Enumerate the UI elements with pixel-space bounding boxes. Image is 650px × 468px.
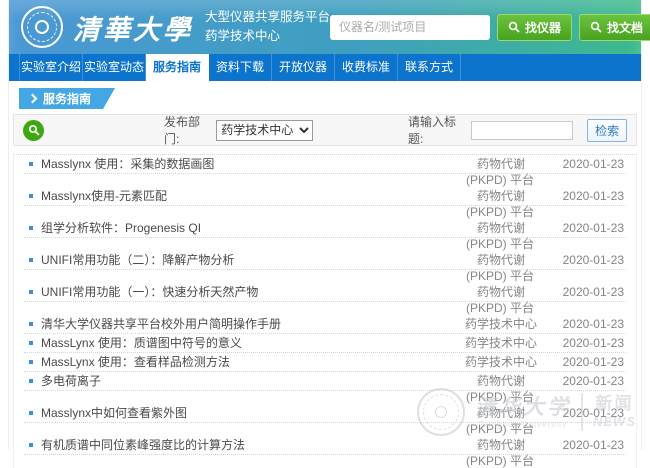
bullet-icon bbox=[29, 322, 33, 326]
platform-title: 大型仪器共享服务平台 药学技术中心 bbox=[205, 8, 330, 46]
article-link[interactable]: MassLynx 使用：查看样品检测方法 bbox=[41, 355, 230, 369]
item-department-line2: (PKPD) 平台 bbox=[440, 302, 560, 315]
article-link[interactable]: UNIFI常用功能（一）：快速分析天然产物 bbox=[41, 285, 258, 299]
bullet-icon bbox=[29, 379, 33, 383]
item-date: 2020-01-23 bbox=[563, 372, 624, 390]
item-department: 药物代谢 bbox=[446, 404, 556, 422]
nav-tab-service-guide[interactable]: 服务指南 bbox=[146, 54, 209, 81]
list-item: Masslynx使用-元素匹配 药物代谢 2020-01-23 (PKPD) 平… bbox=[24, 187, 626, 219]
item-department-line2: (PKPD) 平台 bbox=[440, 423, 560, 436]
magnifier-icon bbox=[28, 124, 40, 136]
department-label: 发布部门: bbox=[164, 113, 211, 147]
item-department-line2: (PKPD) 平台 bbox=[440, 174, 560, 187]
list-item: 有机质谱中同位素峰强度比的计算方法 药物代谢 2020-01-23 (PKPD)… bbox=[24, 436, 626, 468]
item-department-line2: (PKPD) 平台 bbox=[440, 206, 560, 219]
bullet-icon bbox=[29, 341, 33, 345]
page-container: 清華大學 大型仪器共享服务平台 药学技术中心 找仪器 找文档 bbox=[8, 0, 642, 450]
retrieve-button[interactable]: 检索 bbox=[587, 119, 627, 142]
nav-tab-lab-intro[interactable]: 实验室介绍 bbox=[19, 54, 83, 81]
item-date: 2020-01-23 bbox=[563, 404, 624, 422]
item-department-line2: (PKPD) 平台 bbox=[440, 270, 560, 283]
item-date: 2020-01-23 bbox=[563, 315, 624, 333]
department-select[interactable]: 药学技术中心 bbox=[216, 120, 313, 141]
article-link[interactable]: Masslynx使用-元素匹配 bbox=[41, 189, 167, 203]
list-item: 多电荷离子 药物代谢 2020-01-23 (PKPD) 平台 bbox=[24, 372, 626, 404]
title-search-input[interactable] bbox=[471, 121, 573, 140]
nav-tab-contact[interactable]: 联系方式 bbox=[398, 54, 461, 81]
content-area: 发布部门: 药学技术中心 请输入标题: 检索 Masslynx 使用：采集的数据… bbox=[9, 114, 641, 468]
list-item: UNIFI常用功能（二）：降解产物分析 药物代谢 2020-01-23 (PKP… bbox=[24, 251, 626, 283]
bullet-icon bbox=[29, 194, 33, 198]
item-department-line2: (PKPD) 平台 bbox=[440, 391, 560, 404]
list-item: 清华大学仪器共享平台校外用户简明操作手册 药学技术中心 2020-01-23 bbox=[24, 315, 626, 334]
nav-tab-fee-standards[interactable]: 收费标准 bbox=[335, 54, 398, 81]
breadcrumb-label: 服务指南 bbox=[43, 90, 91, 107]
item-department: 药物代谢 bbox=[446, 283, 556, 301]
nav-tab-open-instruments[interactable]: 开放仪器 bbox=[272, 54, 335, 81]
article-link[interactable]: 组学分析软件：Progenesis QI bbox=[41, 221, 201, 235]
item-date: 2020-01-23 bbox=[563, 436, 624, 454]
find-instrument-button[interactable]: 找仪器 bbox=[497, 14, 572, 41]
list-item: Masslynx 使用：采集的数据画图 药物代谢 2020-01-23 (PKP… bbox=[24, 155, 626, 187]
article-link[interactable]: Masslynx中如何查看紫外图 bbox=[41, 406, 187, 420]
item-department: 药学技术中心 bbox=[446, 334, 556, 352]
breadcrumb-row: 服务指南 bbox=[9, 81, 641, 114]
nav-tab-lab-news[interactable]: 实验室动态 bbox=[83, 54, 146, 81]
item-date: 2020-01-23 bbox=[563, 187, 624, 205]
item-department-line2: (PKPD) 平台 bbox=[440, 455, 560, 468]
item-department: 药学技术中心 bbox=[446, 315, 556, 333]
search-circle-icon[interactable] bbox=[23, 120, 44, 141]
header-search-area: 找仪器 找文档 bbox=[330, 14, 650, 41]
item-date: 2020-01-23 bbox=[563, 219, 624, 237]
site-header: 清華大學 大型仪器共享服务平台 药学技术中心 找仪器 找文档 bbox=[9, 0, 641, 54]
bullet-icon bbox=[29, 290, 33, 294]
university-name: 清華大學 bbox=[73, 8, 193, 47]
title-search-label: 请输入标题: bbox=[408, 113, 466, 147]
breadcrumb: 服务指南 bbox=[19, 88, 103, 109]
item-date: 2020-01-23 bbox=[563, 283, 624, 301]
main-nav: 实验室介绍 实验室动态 服务指南 资料下载 开放仪器 收费标准 联系方式 bbox=[9, 54, 641, 81]
find-document-button[interactable]: 找文档 bbox=[579, 14, 650, 41]
list-item: UNIFI常用功能（一）：快速分析天然产物 药物代谢 2020-01-23 (P… bbox=[24, 283, 626, 315]
article-link[interactable]: MassLynx 使用：质谱图中符号的意义 bbox=[41, 336, 242, 350]
bullet-icon bbox=[29, 258, 33, 262]
article-list: Masslynx 使用：采集的数据画图 药物代谢 2020-01-23 (PKP… bbox=[13, 154, 637, 468]
list-item: Masslynx中如何查看紫外图 药物代谢 2020-01-23 (PKPD) … bbox=[24, 404, 626, 436]
magnifier-icon bbox=[508, 21, 520, 33]
article-link[interactable]: 清华大学仪器共享平台校外用户简明操作手册 bbox=[41, 317, 281, 331]
item-department: 药物代谢 bbox=[446, 219, 556, 237]
magnifier-icon bbox=[590, 21, 602, 33]
item-department: 药学技术中心 bbox=[446, 353, 556, 371]
filter-bar: 发布部门: 药学技术中心 请输入标题: 检索 bbox=[13, 114, 637, 146]
bullet-icon bbox=[29, 411, 33, 415]
item-department-line2: (PKPD) 平台 bbox=[440, 238, 560, 251]
bullet-icon bbox=[29, 226, 33, 230]
item-date: 2020-01-23 bbox=[563, 155, 624, 173]
instrument-search-input[interactable] bbox=[330, 15, 490, 40]
platform-title-line2: 药学技术中心 bbox=[205, 27, 330, 46]
platform-title-line1: 大型仪器共享服务平台 bbox=[205, 8, 330, 27]
bullet-icon bbox=[29, 443, 33, 447]
item-department: 药物代谢 bbox=[446, 155, 556, 173]
chevron-right-icon bbox=[28, 94, 38, 104]
article-link[interactable]: UNIFI常用功能（二）：降解产物分析 bbox=[41, 253, 234, 267]
item-department: 药物代谢 bbox=[446, 372, 556, 390]
item-date: 2020-01-23 bbox=[563, 353, 624, 371]
bullet-icon bbox=[29, 162, 33, 166]
article-link[interactable]: 多电荷离子 bbox=[41, 374, 101, 388]
item-department: 药物代谢 bbox=[446, 251, 556, 269]
item-date: 2020-01-23 bbox=[563, 251, 624, 269]
article-link[interactable]: Masslynx 使用：采集的数据画图 bbox=[41, 157, 214, 171]
list-item: 组学分析软件：Progenesis QI 药物代谢 2020-01-23 (PK… bbox=[24, 219, 626, 251]
nav-tab-downloads[interactable]: 资料下载 bbox=[209, 54, 272, 81]
list-item: MassLynx 使用：质谱图中符号的意义 药学技术中心 2020-01-23 bbox=[24, 334, 626, 353]
list-item: MassLynx 使用：查看样品检测方法 药学技术中心 2020-01-23 bbox=[24, 353, 626, 372]
item-department: 药物代谢 bbox=[446, 436, 556, 454]
item-department: 药物代谢 bbox=[446, 187, 556, 205]
item-date: 2020-01-23 bbox=[563, 334, 624, 352]
tsinghua-logo-icon bbox=[21, 6, 63, 48]
find-document-label: 找文档 bbox=[607, 19, 643, 36]
bullet-icon bbox=[29, 360, 33, 364]
find-instrument-label: 找仪器 bbox=[525, 19, 561, 36]
